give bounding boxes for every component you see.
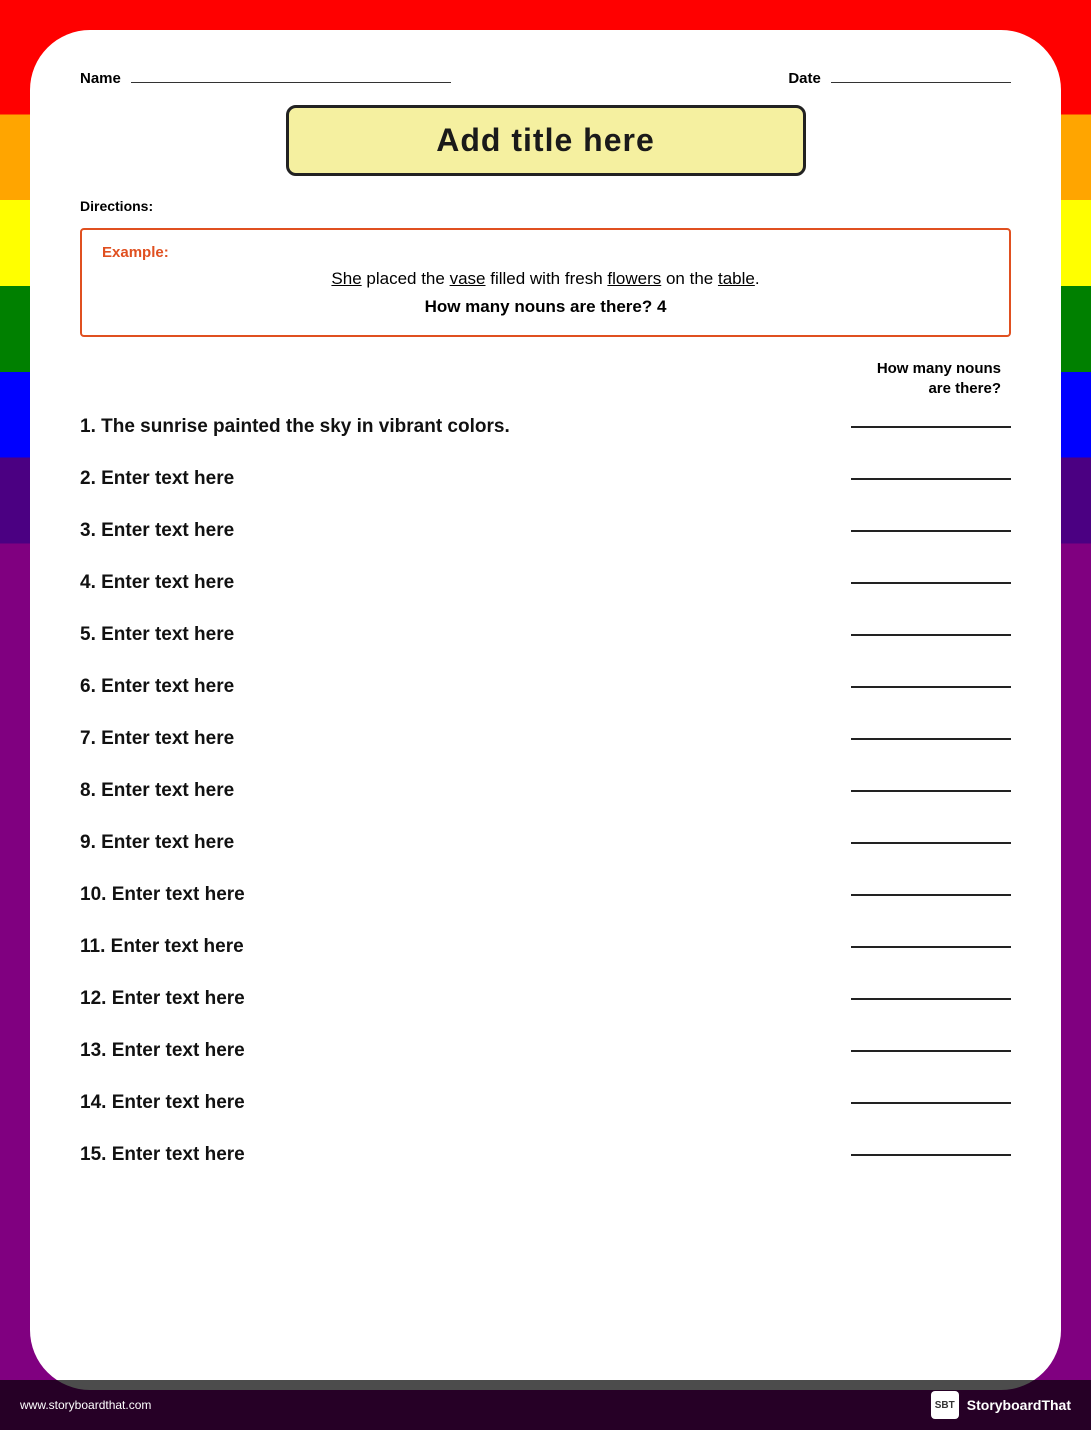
footer-url: www.storyboardthat.com	[20, 1398, 151, 1412]
list-item-text-9: 9. Enter text here	[80, 832, 831, 854]
list-item-text-15: 15. Enter text here	[80, 1144, 831, 1166]
answer-line-7	[851, 738, 1011, 740]
answer-line-2	[851, 478, 1011, 480]
underline-table: table	[718, 269, 755, 288]
answer-line-5	[851, 634, 1011, 636]
directions-label: Directions:	[80, 198, 1011, 214]
list-item: 14. Enter text here	[80, 1080, 1011, 1126]
answer-line-12	[851, 998, 1011, 1000]
list-item-text-4: 4. Enter text here	[80, 572, 831, 594]
example-question: How many nouns are there? 4	[102, 297, 989, 317]
answer-line-4	[851, 582, 1011, 584]
items-container: 1. The sunrise painted the sky in vibran…	[80, 404, 1011, 1178]
list-item: 7. Enter text here	[80, 716, 1011, 762]
date-label: Date	[788, 70, 821, 87]
name-field: Name	[80, 70, 451, 87]
list-item: 1. The sunrise painted the sky in vibran…	[80, 404, 1011, 450]
answer-line-9	[851, 842, 1011, 844]
list-item-text-13: 13. Enter text here	[80, 1040, 831, 1062]
underline-vase: vase	[450, 269, 486, 288]
header-row: Name Date	[80, 70, 1011, 87]
list-item-text-5: 5. Enter text here	[80, 624, 831, 646]
logo-icon: SBT	[931, 1391, 959, 1419]
title-box: Add title here	[286, 105, 806, 176]
list-item: 3. Enter text here	[80, 508, 1011, 554]
list-item: 15. Enter text here	[80, 1132, 1011, 1178]
answer-line-11	[851, 946, 1011, 948]
date-field: Date	[788, 70, 1011, 87]
list-item-text-3: 3. Enter text here	[80, 520, 831, 542]
list-item-text-8: 8. Enter text here	[80, 780, 831, 802]
answer-line-13	[851, 1050, 1011, 1052]
answer-line-3	[851, 530, 1011, 532]
footer-logo: SBT StoryboardThat	[931, 1391, 1071, 1419]
list-item: 10. Enter text here	[80, 872, 1011, 918]
underline-flowers: flowers	[607, 269, 661, 288]
name-label: Name	[80, 70, 121, 87]
answer-line-6	[851, 686, 1011, 688]
footer-logo-text: StoryboardThat	[967, 1397, 1071, 1413]
list-item: 13. Enter text here	[80, 1028, 1011, 1074]
list-item-text-12: 12. Enter text here	[80, 988, 831, 1010]
name-line	[131, 82, 451, 83]
list-item-text-2: 2. Enter text here	[80, 468, 831, 490]
date-line	[831, 82, 1011, 83]
list-item: 6. Enter text here	[80, 664, 1011, 710]
answer-line-10	[851, 894, 1011, 896]
answer-line-15	[851, 1154, 1011, 1156]
list-item-text-14: 14. Enter text here	[80, 1092, 831, 1114]
page-title: Add title here	[436, 122, 654, 158]
list-item: 9. Enter text here	[80, 820, 1011, 866]
example-sentence: She placed the vase filled with fresh fl…	[102, 269, 989, 289]
answer-line-1	[851, 426, 1011, 428]
list-item: 4. Enter text here	[80, 560, 1011, 606]
column-header: How many nounsare there?	[80, 359, 1011, 398]
list-item: 8. Enter text here	[80, 768, 1011, 814]
example-box: Example: She placed the vase filled with…	[80, 228, 1011, 337]
answer-line-14	[851, 1102, 1011, 1104]
footer-bar: www.storyboardthat.com SBT StoryboardTha…	[0, 1380, 1091, 1430]
list-item: 5. Enter text here	[80, 612, 1011, 658]
list-item-text-10: 10. Enter text here	[80, 884, 831, 906]
list-item: 12. Enter text here	[80, 976, 1011, 1022]
example-label: Example:	[102, 244, 989, 261]
list-item: 2. Enter text here	[80, 456, 1011, 502]
list-item-text-6: 6. Enter text here	[80, 676, 831, 698]
list-item-text-7: 7. Enter text here	[80, 728, 831, 750]
list-item-text-11: 11. Enter text here	[80, 936, 831, 958]
answer-line-8	[851, 790, 1011, 792]
underline-she: She	[331, 269, 361, 288]
white-card: Name Date Add title here Directions: Exa…	[30, 30, 1061, 1390]
list-item-text-1: 1. The sunrise painted the sky in vibran…	[80, 416, 831, 438]
list-item: 11. Enter text here	[80, 924, 1011, 970]
